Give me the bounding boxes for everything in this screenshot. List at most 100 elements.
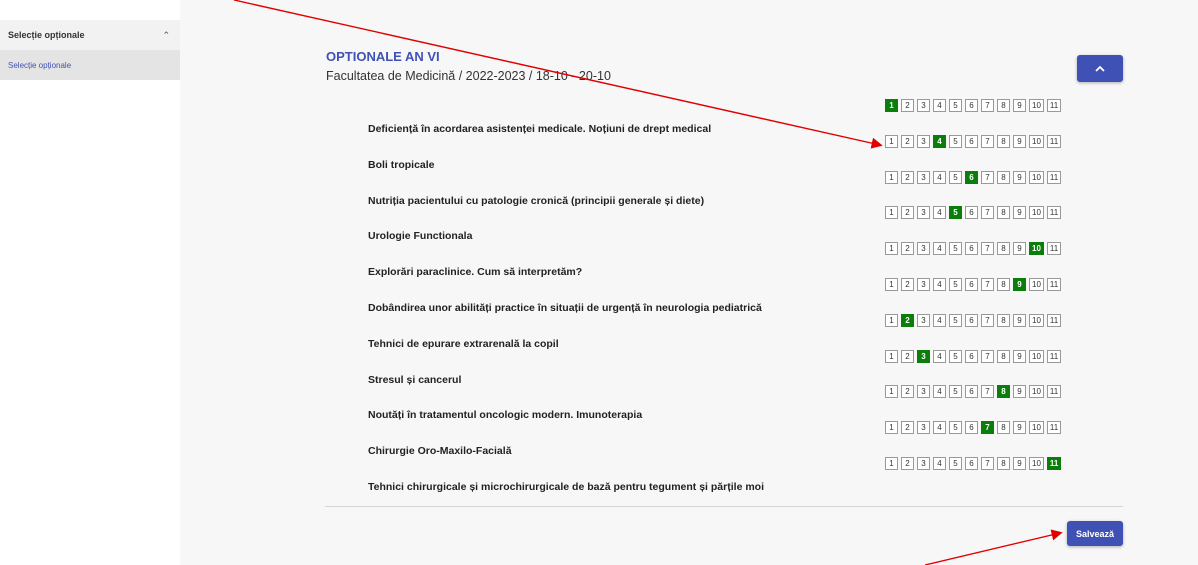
priority-option[interactable]: 2 xyxy=(901,313,914,327)
priority-option[interactable]: 9 xyxy=(1013,242,1026,256)
priority-option[interactable]: 3 xyxy=(917,170,930,184)
priority-option[interactable]: 8 xyxy=(997,206,1010,220)
priority-option[interactable]: 1 xyxy=(885,134,898,148)
priority-option[interactable]: 2 xyxy=(901,206,914,220)
priority-option[interactable]: 11 xyxy=(1046,313,1062,327)
priority-option[interactable]: 9 xyxy=(1013,421,1026,435)
priority-option[interactable]: 1 xyxy=(885,313,898,327)
priority-option[interactable]: 5 xyxy=(949,313,962,327)
priority-option[interactable]: 8 xyxy=(997,385,1010,399)
priority-option[interactable]: 9 xyxy=(1013,313,1026,327)
priority-option[interactable]: 8 xyxy=(997,349,1010,363)
priority-option[interactable]: 1 xyxy=(885,170,898,184)
priority-option[interactable]: 6 xyxy=(965,99,978,112)
priority-option[interactable]: 11 xyxy=(1046,457,1062,470)
priority-option[interactable]: 2 xyxy=(901,349,914,363)
priority-option[interactable]: 9 xyxy=(1013,349,1026,363)
priority-option[interactable]: 2 xyxy=(901,385,914,399)
priority-option[interactable]: 6 xyxy=(965,134,978,148)
priority-option[interactable]: 10 xyxy=(1029,134,1044,148)
priority-option[interactable]: 4 xyxy=(933,134,946,148)
priority-option[interactable]: 7 xyxy=(981,385,994,399)
priority-option[interactable]: 3 xyxy=(917,349,930,363)
priority-option[interactable]: 2 xyxy=(901,242,914,256)
priority-option[interactable]: 6 xyxy=(965,278,978,291)
priority-option[interactable]: 6 xyxy=(965,457,978,470)
priority-option[interactable]: 2 xyxy=(901,99,914,112)
chevron-up-icon[interactable]: ⌃ xyxy=(162,30,170,41)
priority-option[interactable]: 3 xyxy=(917,313,930,327)
priority-option[interactable]: 4 xyxy=(933,170,946,184)
priority-option[interactable]: 11 xyxy=(1046,170,1062,184)
priority-option[interactable]: 3 xyxy=(917,134,930,148)
priority-option[interactable]: 5 xyxy=(949,457,962,470)
priority-option[interactable]: 9 xyxy=(1013,385,1026,399)
priority-option[interactable]: 8 xyxy=(997,134,1010,148)
sidebar-item-selectie-optionale[interactable]: Selecție opționale xyxy=(0,50,180,80)
priority-option[interactable]: 7 xyxy=(981,421,994,435)
priority-option[interactable]: 11 xyxy=(1046,278,1062,291)
priority-option[interactable]: 1 xyxy=(885,421,898,435)
priority-option[interactable]: 11 xyxy=(1046,99,1062,112)
priority-option[interactable]: 8 xyxy=(997,99,1010,112)
priority-option[interactable]: 3 xyxy=(917,242,930,256)
priority-option[interactable]: 2 xyxy=(901,278,914,291)
priority-option[interactable]: 8 xyxy=(997,421,1010,435)
priority-option[interactable]: 6 xyxy=(965,385,978,399)
priority-option[interactable]: 4 xyxy=(933,99,946,112)
priority-option[interactable]: 4 xyxy=(933,385,946,399)
priority-option[interactable]: 6 xyxy=(965,170,978,184)
priority-option[interactable]: 5 xyxy=(949,242,962,256)
priority-option[interactable]: 7 xyxy=(981,206,994,220)
priority-option[interactable]: 1 xyxy=(885,206,898,220)
priority-option[interactable]: 10 xyxy=(1029,278,1044,291)
priority-option[interactable]: 5 xyxy=(949,170,962,184)
priority-option[interactable]: 1 xyxy=(885,457,898,470)
priority-option[interactable]: 1 xyxy=(885,278,898,291)
priority-option[interactable]: 8 xyxy=(997,457,1010,470)
priority-option[interactable]: 1 xyxy=(885,385,898,399)
priority-option[interactable]: 3 xyxy=(917,421,930,435)
save-button[interactable]: Salvează xyxy=(1067,521,1123,546)
priority-option[interactable]: 9 xyxy=(1013,457,1026,470)
priority-option[interactable]: 5 xyxy=(949,385,962,399)
priority-option[interactable]: 5 xyxy=(949,206,962,220)
priority-option[interactable]: 10 xyxy=(1029,99,1044,112)
sidebar-section-header[interactable]: Selecție opționale ⌃ xyxy=(0,20,180,50)
priority-option[interactable]: 5 xyxy=(949,99,962,112)
priority-option[interactable]: 8 xyxy=(997,313,1010,327)
priority-option[interactable]: 4 xyxy=(933,457,946,470)
priority-option[interactable]: 7 xyxy=(981,242,994,256)
priority-option[interactable]: 3 xyxy=(917,385,930,399)
collapse-button[interactable] xyxy=(1077,55,1123,82)
priority-option[interactable]: 11 xyxy=(1046,349,1062,363)
priority-option[interactable]: 1 xyxy=(885,349,898,363)
priority-option[interactable]: 4 xyxy=(933,278,946,291)
priority-option[interactable]: 7 xyxy=(981,170,994,184)
priority-option[interactable]: 2 xyxy=(901,421,914,435)
priority-option[interactable]: 11 xyxy=(1046,134,1062,148)
priority-option[interactable]: 2 xyxy=(901,170,914,184)
priority-option[interactable]: 1 xyxy=(885,99,898,112)
priority-option[interactable]: 11 xyxy=(1046,421,1062,435)
priority-option[interactable]: 10 xyxy=(1029,206,1044,220)
priority-option[interactable]: 2 xyxy=(901,134,914,148)
priority-option[interactable]: 10 xyxy=(1029,457,1044,470)
priority-option[interactable]: 1 xyxy=(885,242,898,256)
priority-option[interactable]: 4 xyxy=(933,242,946,256)
priority-option[interactable]: 6 xyxy=(965,242,978,256)
priority-option[interactable]: 7 xyxy=(981,134,994,148)
priority-option[interactable]: 6 xyxy=(965,206,978,220)
priority-option[interactable]: 3 xyxy=(917,99,930,112)
priority-option[interactable]: 10 xyxy=(1029,313,1044,327)
priority-option[interactable]: 3 xyxy=(917,206,930,220)
priority-option[interactable]: 8 xyxy=(997,278,1010,291)
priority-option[interactable]: 10 xyxy=(1029,242,1044,256)
priority-option[interactable]: 4 xyxy=(933,349,946,363)
priority-option[interactable]: 3 xyxy=(917,278,930,291)
priority-option[interactable]: 7 xyxy=(981,99,994,112)
priority-option[interactable]: 11 xyxy=(1046,385,1062,399)
priority-option[interactable]: 7 xyxy=(981,278,994,291)
priority-option[interactable]: 4 xyxy=(933,206,946,220)
priority-option[interactable]: 4 xyxy=(933,313,946,327)
